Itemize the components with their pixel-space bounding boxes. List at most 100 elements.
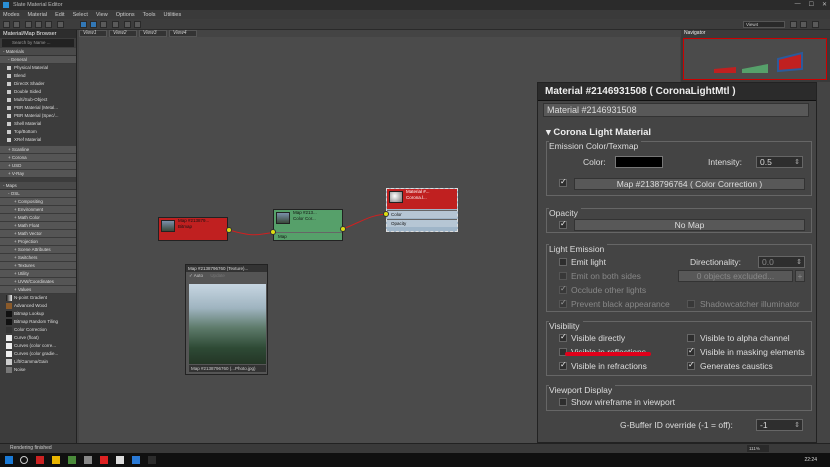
move-children-icon[interactable] (57, 21, 64, 28)
browser-group-scanline[interactable]: + Scanline (0, 146, 76, 154)
folder-icon[interactable] (52, 456, 60, 464)
tab-view3[interactable]: View3 (139, 30, 167, 37)
delete-icon[interactable] (45, 21, 52, 28)
browser-item[interactable]: Blend (0, 72, 76, 80)
menu-select[interactable]: Select (73, 12, 88, 18)
view-select-dropdown[interactable]: View4 (743, 21, 785, 28)
material-name-field[interactable]: Material #2146931508 (543, 103, 809, 117)
start-icon[interactable] (5, 456, 13, 464)
browser-item[interactable]: Bitmap Lookup (0, 310, 76, 318)
browser-group-corona[interactable]: + Corona (0, 154, 76, 162)
shadowcatcher-checkbox[interactable] (687, 300, 695, 308)
tab-view2[interactable]: View2 (109, 30, 137, 37)
browser-group-utility[interactable]: + Utility (0, 270, 76, 278)
emission-map-button[interactable]: Map #2138796764 ( Color Correction ) (574, 178, 805, 190)
app-icon[interactable] (84, 456, 92, 464)
browser-group-math-color[interactable]: + Math Color (0, 214, 76, 222)
browser-group-general[interactable]: - General (0, 56, 76, 64)
browser-item[interactable]: PBR Material (Spec/... (0, 112, 76, 120)
visible-refractions-checkbox[interactable] (559, 360, 567, 370)
intensity-spinner[interactable]: 0.5 (756, 156, 803, 168)
generates-caustics-checkbox[interactable] (687, 360, 695, 370)
browser-group-osl[interactable]: - OSL (0, 190, 76, 198)
add-excluded-button[interactable]: + (795, 270, 805, 282)
input-port-color[interactable] (383, 211, 389, 217)
material-parameter-editor-icon[interactable] (124, 21, 131, 28)
update-button[interactable]: Update (210, 273, 225, 278)
browser-item[interactable]: Shell Material (0, 120, 76, 128)
browser-group-projection[interactable]: + Projection (0, 238, 76, 246)
browser-item[interactable]: Top/Bottom (0, 128, 76, 136)
menu-options[interactable]: Options (116, 12, 135, 18)
zoom-extents-icon[interactable] (800, 21, 807, 28)
menu-material[interactable]: Material (28, 12, 48, 18)
occlude-checkbox[interactable] (559, 284, 567, 294)
zoom-level[interactable]: 111% (747, 445, 769, 452)
browser-item[interactable]: Lift/Gamma/Gain (0, 358, 76, 366)
emission-color-swatch[interactable] (615, 156, 663, 168)
browser-group-switchers[interactable]: + Switchers (0, 254, 76, 262)
browser-category-maps[interactable]: - Maps (0, 182, 76, 190)
browser-group-environment[interactable]: + Environment (0, 206, 76, 214)
navigator-view[interactable] (683, 38, 827, 80)
browser-group-compositing[interactable]: + Compositing (0, 198, 76, 206)
browser-item[interactable]: Noise (0, 366, 76, 374)
menu-edit[interactable]: Edit (55, 12, 64, 18)
browser-group-scene-attributes[interactable]: + Scene Attributes (0, 246, 76, 254)
browser-item[interactable]: Advanced Wood (0, 302, 76, 310)
browser-group-values[interactable]: + Values (0, 286, 76, 294)
show-background-icon[interactable] (90, 21, 97, 28)
put-to-scene-icon[interactable] (25, 21, 32, 28)
emit-both-sides-checkbox[interactable] (559, 272, 567, 280)
browser-item[interactable]: Bitmap Random Tiling (0, 318, 76, 326)
input-port[interactable] (270, 229, 276, 235)
node-slot-map[interactable]: Map (274, 232, 342, 240)
browser-item[interactable]: Curve (float) (0, 334, 76, 342)
node-color-correction[interactable]: Map #213... Color Cor... Map (273, 209, 343, 241)
output-port[interactable] (340, 226, 346, 232)
directionality-spinner[interactable]: 0.0 (758, 256, 805, 268)
browser-item[interactable]: Curves (color corre... (0, 342, 76, 350)
browser-item[interactable]: Color Correction (0, 326, 76, 334)
browser-group-math-vector[interactable]: + Math Vector (0, 230, 76, 238)
objects-excluded-button[interactable]: 0 objects excluded... (678, 270, 793, 282)
tab-view1[interactable]: View1 (79, 30, 107, 37)
show-map-icon[interactable] (80, 21, 87, 28)
node-corona-light-material[interactable]: Material #... Corona.l... Color Opacity (386, 188, 458, 232)
browser-category-materials[interactable]: - Materials (0, 48, 76, 56)
opacity-map-checkbox[interactable] (559, 219, 567, 229)
app-icon[interactable] (116, 456, 124, 464)
browser-group-vray[interactable]: + V-Ray (0, 170, 76, 178)
app-icon[interactable] (36, 456, 44, 464)
browser-item[interactable]: DirectX Shader (0, 80, 76, 88)
fit-view-icon[interactable] (812, 21, 819, 28)
select-tool-icon[interactable] (3, 21, 10, 28)
layout-children-icon[interactable] (112, 21, 119, 28)
node-slot-opacity[interactable]: Opacity (387, 219, 457, 227)
node-bitmap[interactable]: Map #213879... Bitmap (158, 217, 228, 241)
browser-item[interactable]: PBR Material (Metal... (0, 104, 76, 112)
pick-material-icon[interactable] (13, 21, 20, 28)
visible-alpha-checkbox[interactable] (687, 334, 695, 342)
close-icon[interactable]: ✕ (822, 1, 827, 8)
visible-directly-checkbox[interactable] (559, 332, 567, 342)
max-app-icon[interactable] (132, 456, 140, 464)
layout-all-icon[interactable] (100, 21, 107, 28)
menu-view[interactable]: View (96, 12, 108, 18)
app-icon[interactable] (100, 456, 108, 464)
menu-utilities[interactable]: Utilities (164, 12, 182, 18)
texture-preview-window[interactable]: Map #2138796760 (Texture)... ✓ Auto Upda… (185, 264, 268, 375)
visible-masking-checkbox[interactable] (687, 346, 695, 356)
browser-group-math-float[interactable]: + Math Float (0, 222, 76, 230)
rollout-header[interactable]: ▾ Corona Light Material (546, 127, 651, 138)
browser-item[interactable]: Double Sided (0, 88, 76, 96)
browser-item[interactable]: XRef Material (0, 136, 76, 144)
browser-item[interactable]: Physical Material (0, 64, 76, 72)
show-wireframe-checkbox[interactable] (559, 398, 567, 406)
browser-item[interactable]: Multi/Sub-Object (0, 96, 76, 104)
assign-material-icon[interactable] (35, 21, 42, 28)
minimize-icon[interactable]: — (795, 1, 801, 8)
browser-group-textures[interactable]: + Textures (0, 262, 76, 270)
opacity-map-button[interactable]: No Map (574, 219, 805, 231)
nav-icon[interactable] (790, 21, 797, 28)
